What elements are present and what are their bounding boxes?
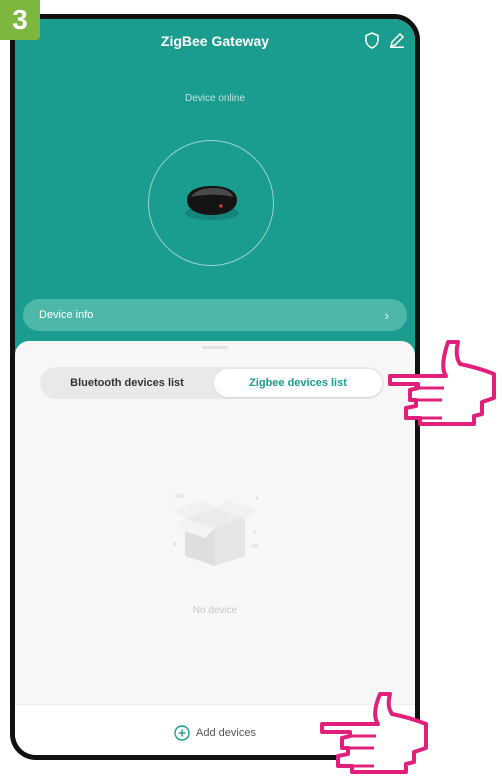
add-devices-label: Add devices: [196, 727, 256, 739]
sheet-handle[interactable]: [202, 346, 228, 349]
device-list-tabs: Bluetooth devices list Zigbee devices li…: [40, 367, 384, 399]
device-info-row[interactable]: Device info ›: [23, 299, 407, 331]
step-number-badge: 3: [0, 0, 40, 40]
gateway-device-image: [185, 186, 239, 220]
device-status: Device online: [184, 93, 246, 104]
pointing-hand-icon: [388, 340, 496, 426]
gateway-header-panel: ZigBee Gateway Device online Device info…: [15, 19, 415, 357]
tab-zigbee-devices[interactable]: Zigbee devices list: [214, 369, 382, 397]
phone-frame: ZigBee Gateway Device online Device info…: [10, 14, 420, 760]
edit-icon[interactable]: [389, 32, 405, 48]
tab-bluetooth-devices[interactable]: Bluetooth devices list: [42, 369, 212, 397]
instruction-figure: 3 ZigBee Gateway Device online Device in…: [0, 0, 502, 776]
page-title: ZigBee Gateway: [160, 33, 270, 49]
shield-icon[interactable]: [365, 32, 379, 49]
empty-box-icon: [173, 493, 259, 566]
pointing-hand-icon: [320, 692, 428, 774]
empty-state-text: No device: [192, 605, 238, 616]
device-info-label: Device info: [39, 309, 94, 321]
add-circle-icon: [174, 725, 190, 741]
chevron-right-icon: ›: [384, 307, 389, 323]
